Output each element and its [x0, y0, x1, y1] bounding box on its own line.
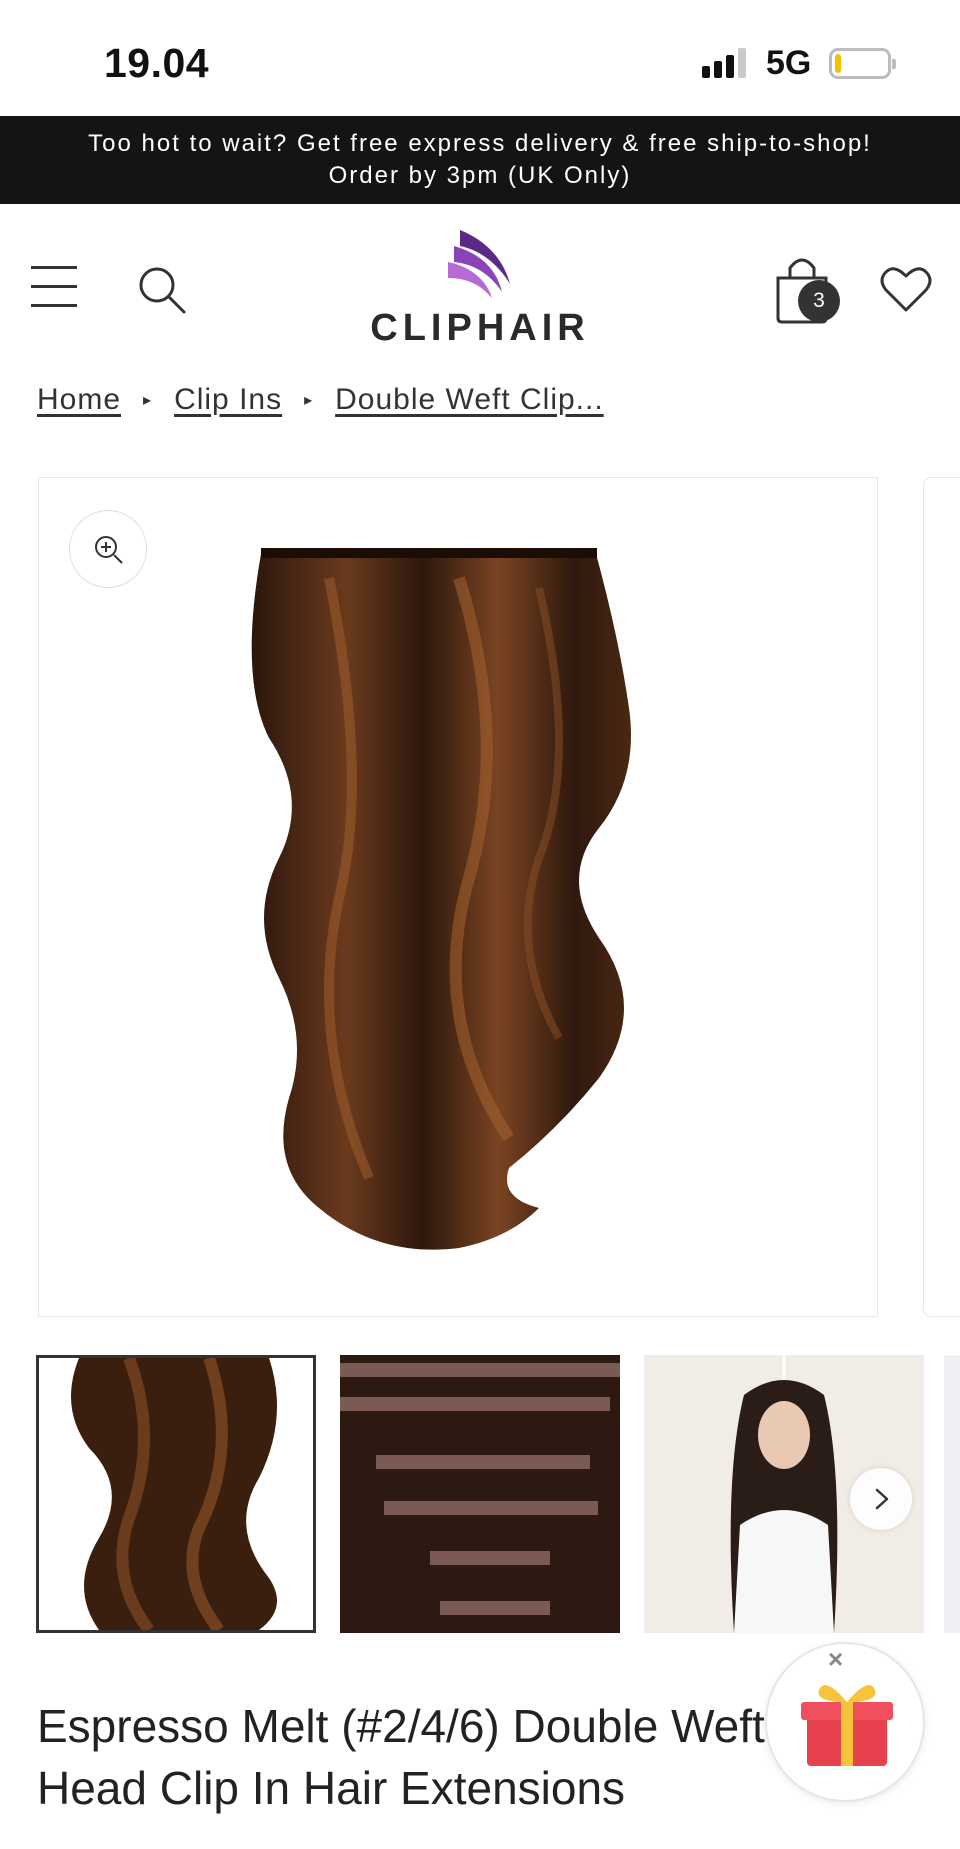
gift-popup-button[interactable]	[765, 1642, 925, 1802]
signal-icon	[702, 48, 750, 78]
status-time: 19.04	[104, 40, 210, 86]
battery-icon	[829, 48, 896, 79]
site-header: CLIPHAIR 3	[0, 204, 960, 364]
wishlist-heart-icon[interactable]	[880, 266, 932, 314]
menu-icon[interactable]	[31, 266, 77, 307]
zoom-in-icon	[95, 536, 123, 564]
breadcrumb-separator-icon: ▸	[143, 392, 153, 409]
thumbnail-strip	[36, 1355, 960, 1633]
announcement-bar[interactable]: Too hot to wait? Get free express delive…	[0, 116, 960, 204]
announcement-line-1: Too hot to wait? Get free express delive…	[88, 130, 872, 157]
hair-extension-image	[251, 548, 631, 1250]
logo-mark-icon	[448, 230, 510, 298]
next-slide-preview[interactable]	[923, 477, 960, 1317]
breadcrumb-separator-icon: ▸	[304, 392, 314, 409]
gift-close-button[interactable]: ×	[828, 1644, 843, 1675]
logo-text: CLIPHAIR	[370, 307, 590, 349]
zoom-button[interactable]	[69, 510, 147, 588]
breadcrumb-current[interactable]: Double Weft Clip...	[335, 383, 604, 417]
announcement-line-2: Order by 3pm (UK Only)	[328, 162, 632, 189]
cart-count-badge: 3	[798, 280, 840, 322]
thumbnail-clip-wefts[interactable]	[340, 1355, 620, 1633]
site-logo[interactable]: CLIPHAIR	[370, 224, 590, 354]
search-icon[interactable]	[136, 264, 188, 316]
main-product-image[interactable]	[38, 477, 878, 1317]
thumbnail-next-button[interactable]	[850, 1468, 912, 1530]
chevron-right-icon	[875, 1488, 889, 1510]
breadcrumb-home[interactable]: Home	[37, 383, 121, 417]
gift-icon	[801, 1685, 893, 1766]
thumbnail-hair-wave[interactable]	[36, 1355, 316, 1633]
thumbnail-partial[interactable]	[944, 1355, 960, 1633]
breadcrumb-clip-ins[interactable]: Clip Ins	[174, 383, 282, 417]
status-bar: 19.04 5G	[0, 0, 960, 116]
network-label: 5G	[766, 44, 812, 82]
breadcrumb: Home ▸ Clip Ins ▸ Double Weft Clip...	[37, 378, 604, 422]
